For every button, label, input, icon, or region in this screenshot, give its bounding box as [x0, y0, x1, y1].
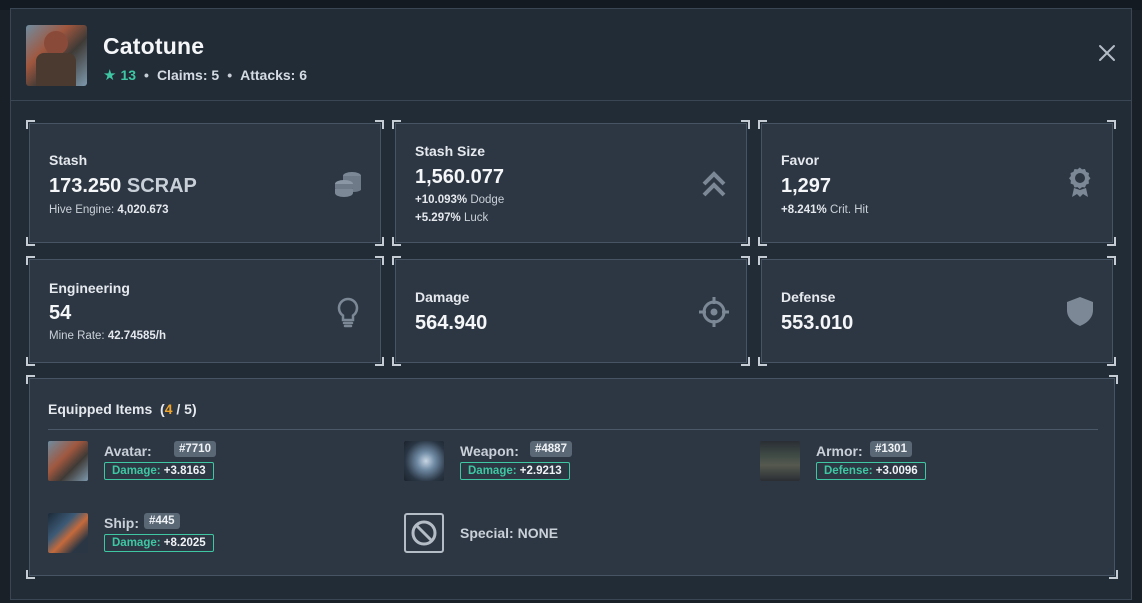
- player-stats-line: ★ 13 • Claims: 5 • Attacks: 6: [103, 66, 307, 84]
- coins-icon: [335, 172, 361, 197]
- stash-unit: SCRAP: [126, 175, 197, 197]
- item-stat-badge: Damage: +8.2025: [104, 534, 214, 552]
- equipped-ship[interactable]: Ship: #445 Damage: +8.2025: [48, 513, 388, 555]
- modal-header: Catotune ★ 13 • Claims: 5 • Attacks: 6: [11, 9, 1131, 101]
- stash-size-label: Stash Size: [415, 143, 486, 159]
- equipped-items-title: Equipped Items (4 / 5): [48, 401, 197, 417]
- hive-engine-balance: Hive Engine: 4,020.673: [49, 204, 169, 216]
- player-name: Catotune: [103, 33, 205, 59]
- avatar-thumbnail: [48, 441, 88, 481]
- stash-size-card: Stash Size 1,560.077 +10.093% Dodge +5.2…: [392, 120, 750, 246]
- equipped-armor[interactable]: Armor: #1301 Defense: +3.0096: [760, 441, 1100, 483]
- mine-rate: Mine Rate: 42.74585/h: [49, 330, 166, 342]
- damage-label: Damage: [415, 289, 470, 305]
- item-id-badge: #1301: [870, 441, 912, 457]
- close-button[interactable]: [1097, 44, 1117, 64]
- equipped-weapon[interactable]: Weapon: #4887 Damage: +2.9213: [404, 441, 744, 483]
- favor-card: Favor 1,297 +8.241% Crit. Hit: [758, 120, 1116, 246]
- item-slot-label: Avatar:: [104, 443, 152, 459]
- item-stat-badge: Damage: +2.9213: [460, 462, 570, 480]
- weapon-thumbnail: [404, 441, 444, 481]
- luck-bonus: +5.297% Luck: [415, 212, 489, 224]
- stars-count: 13: [120, 67, 137, 83]
- item-id-badge: #445: [144, 513, 180, 529]
- stash-label: Stash: [49, 152, 88, 168]
- separator: •: [144, 67, 149, 83]
- divider: [48, 429, 1098, 430]
- equipped-count: 4: [164, 401, 173, 417]
- lightbulb-icon: [337, 297, 359, 328]
- close-icon: [1099, 45, 1115, 61]
- favor-value: 1,297: [781, 175, 832, 197]
- item-slot-label: Armor:: [816, 443, 863, 459]
- item-id-badge: #4887: [530, 441, 572, 457]
- stash-size-value: 1,560.077: [415, 166, 504, 188]
- dodge-bonus: +10.093% Dodge: [415, 194, 505, 206]
- armor-thumbnail: [760, 441, 800, 481]
- claims-count: Claims: 5: [156, 67, 220, 83]
- engineering-value: 54: [49, 302, 72, 324]
- double-chevron-up-icon: [702, 171, 726, 197]
- crit-hit-bonus: +8.241% Crit. Hit: [781, 204, 869, 216]
- crosshair-icon: [699, 297, 729, 327]
- item-slot-label: Weapon:: [460, 443, 519, 459]
- item-id-badge: #7710: [174, 441, 216, 457]
- defense-value: 553.010: [781, 312, 854, 334]
- item-stat-badge: Damage: +3.8163: [104, 462, 214, 480]
- no-symbol-icon: [404, 513, 444, 553]
- damage-value: 564.940: [415, 312, 488, 334]
- defense-label: Defense: [781, 289, 836, 305]
- separator: •: [227, 67, 233, 83]
- stash-card: Stash 173.250 SCRAP Hive Engine: 4,020.6…: [26, 120, 384, 246]
- special-label: Special: NONE: [460, 525, 559, 541]
- attacks-count: Attacks: 6: [240, 67, 308, 83]
- medal-icon: [1069, 167, 1091, 197]
- ship-thumbnail: [48, 513, 88, 553]
- shield-icon: [1067, 297, 1093, 326]
- engineering-label: Engineering: [49, 280, 130, 296]
- favor-label: Favor: [781, 152, 820, 168]
- stash-value: 173.250 SCRAP: [49, 175, 197, 197]
- player-profile-modal: Catotune ★ 13 • Claims: 5 • Attacks: 6 S…: [10, 8, 1132, 600]
- equipped-items-panel: Equipped Items (4 / 5) Avatar: #7710 Dam…: [26, 375, 1118, 579]
- defense-card: Defense 553.010: [758, 256, 1116, 366]
- equipped-special[interactable]: Special: NONE: [404, 513, 744, 555]
- player-avatar: [26, 25, 87, 86]
- equipped-avatar[interactable]: Avatar: #7710 Damage: +3.8163: [48, 441, 388, 483]
- item-stat-badge: Defense: +3.0096: [816, 462, 926, 480]
- engineering-card: Engineering 54 Mine Rate: 42.74585/h: [26, 256, 384, 366]
- damage-card: Damage 564.940: [392, 256, 750, 366]
- item-slot-label: Ship:: [104, 515, 139, 531]
- star-icon: ★: [103, 67, 117, 84]
